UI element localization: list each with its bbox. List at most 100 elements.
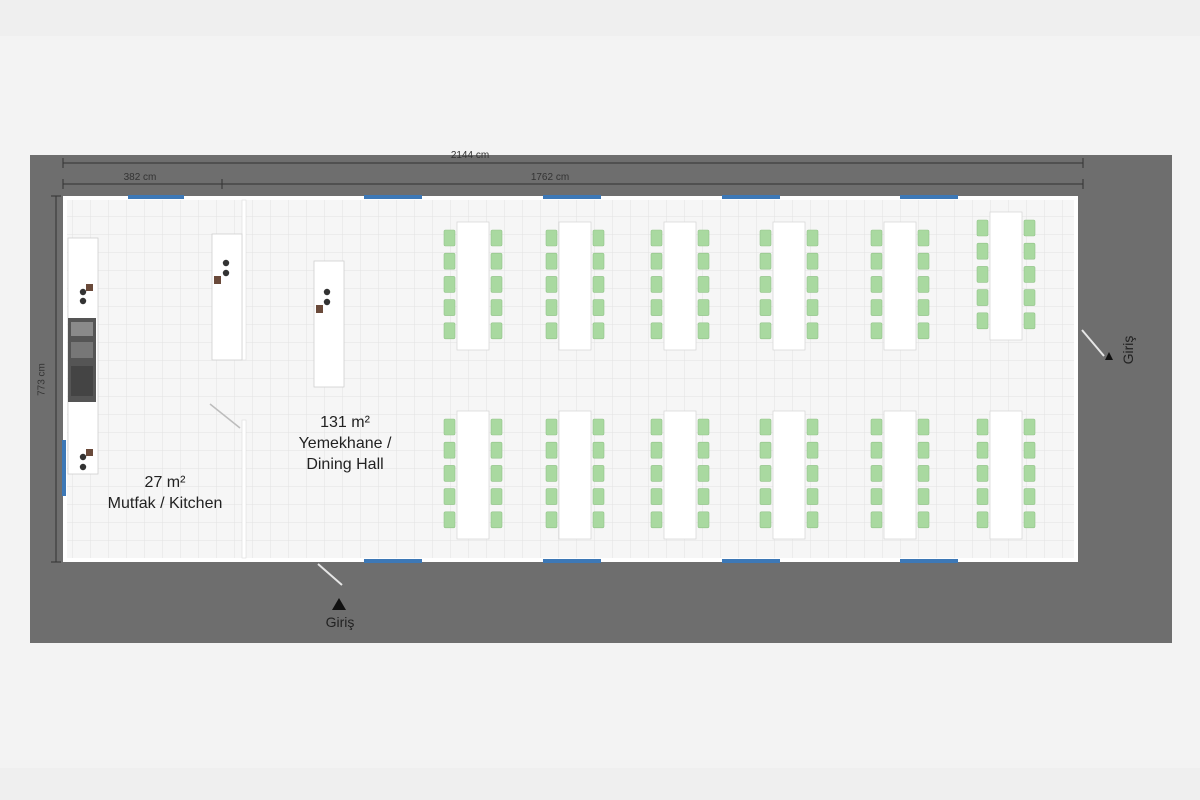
chair — [545, 488, 558, 505]
chair — [592, 276, 605, 293]
chair — [697, 465, 710, 482]
chair — [1023, 266, 1036, 283]
dining-table-group — [759, 221, 819, 351]
chair — [697, 441, 710, 459]
chair — [490, 299, 503, 316]
kitchen-counter-right — [211, 233, 243, 361]
partition-wall-upper — [241, 199, 247, 361]
chair — [976, 441, 989, 459]
chair — [806, 441, 819, 459]
chair — [545, 276, 558, 293]
chair — [759, 488, 772, 505]
dining-table — [772, 410, 806, 540]
chair — [806, 299, 819, 316]
chair — [917, 229, 930, 247]
chair — [976, 465, 989, 482]
chair — [1023, 219, 1036, 237]
partition-wall-lower — [241, 419, 247, 559]
chair — [870, 276, 883, 293]
kitchen-area-value: 27 m² — [144, 474, 186, 491]
chair — [976, 242, 989, 260]
chair — [1023, 465, 1036, 482]
chair — [697, 252, 710, 270]
chair — [443, 322, 456, 340]
chair — [759, 322, 772, 340]
chair — [870, 252, 883, 270]
chair — [917, 441, 930, 459]
chair — [697, 276, 710, 293]
chair — [443, 418, 456, 436]
dining-table — [456, 410, 490, 540]
chair — [917, 511, 930, 529]
dining-table-group — [443, 221, 503, 351]
chair — [650, 441, 663, 459]
dining-name-tr: Yemekhane / — [298, 435, 392, 452]
chair — [806, 418, 819, 436]
chair — [976, 418, 989, 436]
chair — [490, 322, 503, 340]
dining-length-label: 1762 cm — [530, 172, 570, 183]
chair — [443, 252, 456, 270]
chair — [592, 465, 605, 482]
chair — [976, 511, 989, 529]
kitchen-name: Mutfak / Kitchen — [107, 495, 223, 512]
chair — [545, 441, 558, 459]
chair — [697, 488, 710, 505]
dining-table-group — [650, 410, 710, 540]
chair — [443, 229, 456, 247]
chair — [592, 252, 605, 270]
chair — [806, 465, 819, 482]
dining-area-label: 131 m² Yemekhane / Dining Hall — [270, 412, 420, 475]
dining-table — [883, 410, 917, 540]
chair — [697, 418, 710, 436]
chair — [1023, 488, 1036, 505]
chair — [697, 229, 710, 247]
entrance-bottom-label: Giriş — [325, 614, 355, 630]
chair — [806, 229, 819, 247]
chair — [759, 229, 772, 247]
chair — [917, 299, 930, 316]
dining-table-group — [870, 221, 930, 351]
chair — [650, 229, 663, 247]
chair — [592, 229, 605, 247]
chair — [759, 252, 772, 270]
chair — [917, 252, 930, 270]
dining-table-group — [976, 211, 1036, 341]
chair — [443, 488, 456, 505]
chair — [650, 418, 663, 436]
chair — [1023, 441, 1036, 459]
chair — [545, 418, 558, 436]
chair — [592, 511, 605, 529]
dining-table — [989, 211, 1023, 341]
chair — [870, 299, 883, 316]
chair — [592, 441, 605, 459]
chair — [592, 488, 605, 505]
dining-table-group — [443, 410, 503, 540]
chair — [976, 266, 989, 283]
chair — [697, 299, 710, 316]
chair — [490, 252, 503, 270]
chair — [650, 276, 663, 293]
serving-counter — [313, 260, 345, 388]
chair — [545, 511, 558, 529]
dining-table-group — [545, 221, 605, 351]
chair — [592, 418, 605, 436]
dining-table-group — [759, 410, 819, 540]
chair — [976, 488, 989, 505]
dining-table — [883, 221, 917, 351]
dining-table — [663, 410, 697, 540]
chair — [490, 418, 503, 436]
chair — [806, 322, 819, 340]
dining-table-group — [545, 410, 605, 540]
chair — [976, 219, 989, 237]
chair — [545, 299, 558, 316]
chair — [806, 252, 819, 270]
chair — [490, 511, 503, 529]
chair — [870, 511, 883, 529]
dining-table-group — [976, 410, 1036, 540]
total-length-label: 2144 cm — [450, 150, 490, 161]
dining-name-en: Dining Hall — [306, 456, 384, 473]
chair — [545, 252, 558, 270]
chair — [650, 488, 663, 505]
chair — [870, 418, 883, 436]
